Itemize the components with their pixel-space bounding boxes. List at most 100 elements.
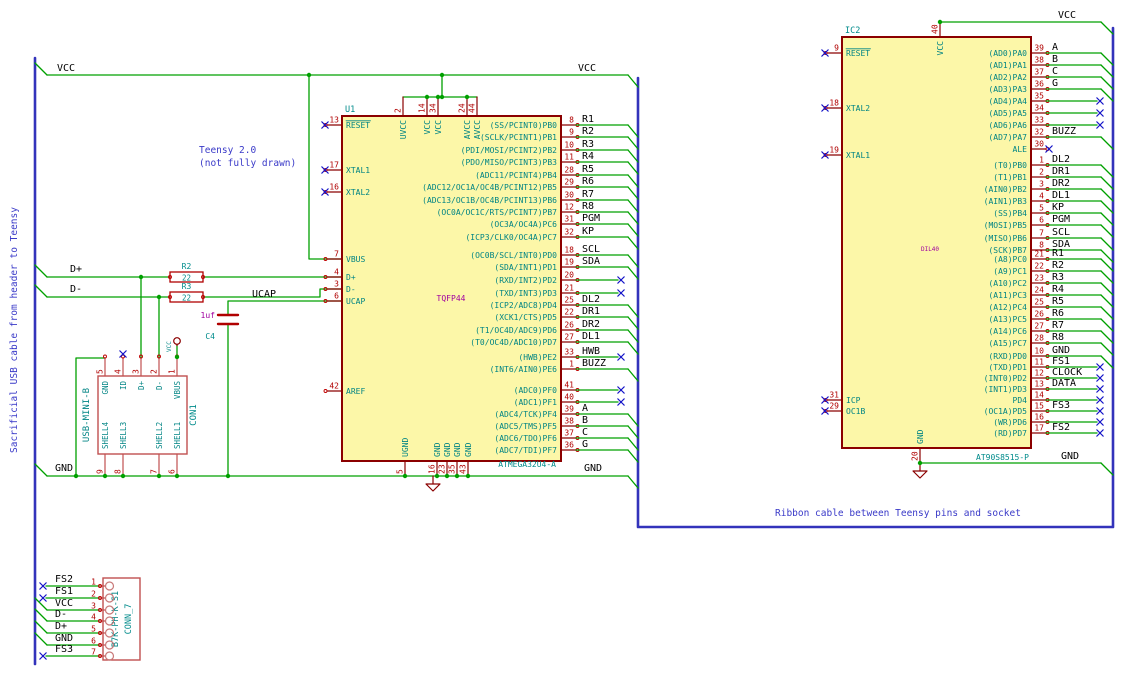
bus-entry [1100, 52, 1114, 66]
pin-name: UCAP [346, 297, 365, 306]
pin-number: 22 [1034, 262, 1044, 271]
no-connect-icon [1045, 145, 1053, 153]
bus-entry [1100, 212, 1114, 226]
pin-name: SHELL1 [173, 422, 182, 449]
pin-number: 10 [1034, 347, 1044, 356]
pin-number: 26 [564, 321, 574, 330]
bus-entry [627, 329, 639, 343]
pin-number: 6 [168, 469, 177, 474]
net-label: DL1 [1052, 190, 1070, 201]
pin-number: 5 [1039, 204, 1044, 213]
pin-name: (INT0)PD2 [984, 374, 1028, 383]
pin-number: 37 [1034, 68, 1044, 77]
bus-entry [1100, 188, 1114, 202]
pin-name: XTAL1 [346, 166, 370, 175]
pin-number: 4 [1039, 192, 1044, 201]
junction-dot [917, 460, 923, 466]
bus-entry [627, 199, 639, 213]
net-label: DATA [1052, 378, 1076, 389]
connector-con1: USB-MINI-B CON1 5 GND 4 ID 3 D+ 2 D- 1 VBUS 9 SHELL4 8… [82, 354, 199, 477]
pin-name: RESET [846, 49, 870, 58]
pin-name: (ADC11/PCINT4)PB4 [475, 171, 557, 180]
no-connect-icon [1096, 407, 1104, 415]
pin-number: 14 [418, 103, 427, 113]
net-label: R6 [1052, 308, 1064, 319]
pin-name: (A8)PC0 [993, 255, 1027, 264]
net-label: D+ [55, 621, 67, 632]
junction-dot [174, 354, 180, 360]
pin-name: (A14)PC6 [988, 327, 1027, 336]
pin-number: 7 [334, 250, 339, 259]
pin-number: 1 [91, 578, 96, 587]
component-ref: C4 [205, 332, 215, 341]
net-label: FS3 [55, 644, 73, 655]
bus-entry [1100, 64, 1114, 78]
pin-number: 1 [569, 360, 574, 369]
pin-name: D+ [137, 381, 146, 391]
net-label: DR2 [582, 319, 600, 330]
pin-name: (ADC1)PF1 [514, 398, 558, 407]
pin-name: (TXD/INT3)PD3 [494, 289, 557, 298]
pin-name: (AD2)PA2 [988, 73, 1027, 82]
pin-name: (AIN1)PB3 [984, 197, 1028, 206]
net-label: R3 [1052, 272, 1064, 283]
junction-dot [465, 473, 471, 479]
pin-name: GND [453, 442, 462, 457]
pin-name: GND [101, 381, 110, 395]
net-label: FS2 [55, 574, 73, 585]
pin-number: 24 [458, 103, 467, 113]
pin-name: SHELL4 [101, 421, 110, 449]
pin-name: GND [433, 442, 442, 457]
pin-number: 17 [1034, 424, 1044, 433]
net-label: VCC [57, 63, 75, 74]
pin-number: 1 [1039, 156, 1044, 165]
net-label: B [582, 415, 588, 426]
pin-number: 2 [150, 369, 159, 374]
pin-number: 13 [1034, 380, 1044, 389]
pin-number: 42 [329, 382, 339, 391]
bus-entry [1100, 306, 1114, 320]
vcc-label: VCC [166, 341, 173, 352]
no-connect-icon [39, 594, 47, 602]
no-connect-icon [617, 353, 625, 361]
pin-number: 7 [91, 648, 96, 657]
pin-number: 38 [1034, 56, 1044, 65]
pin-number: 9 [96, 469, 105, 474]
pin-name: VBUS [173, 381, 182, 400]
no-connect-icon [1096, 396, 1104, 404]
bus-entry [1100, 294, 1114, 308]
pin-name: PD4 [1013, 396, 1028, 405]
pin-name: (RD)PD7 [993, 429, 1027, 438]
pin-number: 4 [334, 268, 339, 277]
net-label: A [582, 403, 588, 414]
pin-number: 31 [829, 391, 839, 400]
junction-dot [439, 72, 445, 78]
pin-number: 2 [394, 108, 403, 113]
pin-name: (INT1)PD3 [984, 385, 1028, 394]
junction-dot [138, 274, 144, 280]
pin-number: 5 [91, 625, 96, 634]
component-ref: R2 [182, 262, 192, 271]
pin-number: 35 [1034, 92, 1044, 101]
pin-name: (ADC13/OC1B/OC4B/PCINT13)PB6 [422, 196, 557, 205]
junction-dot [937, 19, 943, 25]
pin-number: 26 [1034, 310, 1044, 319]
pin-number: 7 [1039, 229, 1044, 238]
pin-number: 30 [564, 191, 574, 200]
pin-number: 6 [1039, 216, 1044, 225]
junction-dot [156, 473, 162, 479]
pin-number: 36 [1034, 80, 1044, 89]
pin-number: 40 [931, 24, 940, 34]
bus-entry [627, 475, 639, 489]
bus-entry [627, 266, 639, 280]
bus-entry [1100, 76, 1114, 90]
no-connect-icon [1096, 385, 1104, 393]
pin-name: VBUS [346, 255, 365, 264]
pin-number: 21 [1034, 250, 1044, 259]
no-connect-icon [119, 350, 127, 358]
pin-number: 28 [564, 166, 574, 175]
pin-number: 40 [564, 393, 574, 402]
component-footprint: ATMEGA32U4-A [498, 460, 556, 469]
no-connect-icon [39, 582, 47, 590]
pin-number: 29 [564, 178, 574, 187]
